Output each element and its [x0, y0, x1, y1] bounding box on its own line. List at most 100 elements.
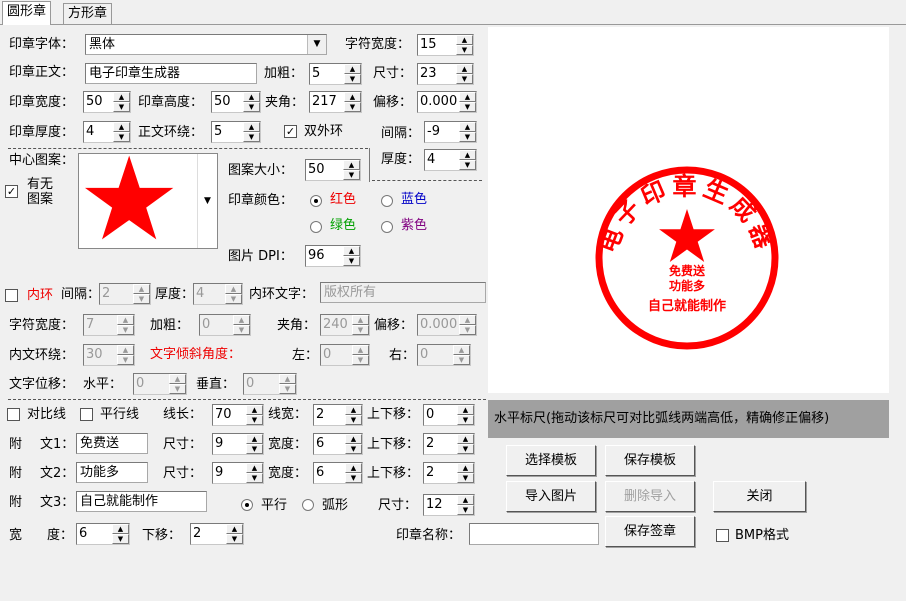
arrow-down-icon[interactable]: ▼ [113, 132, 130, 142]
seal-height-stepper[interactable]: 50 ▲ ▼ [211, 91, 261, 113]
arrow-down-icon[interactable]: ▼ [352, 325, 369, 335]
inner-angle-stepper[interactable]: 240 ▲ ▼ [320, 314, 370, 336]
attach3-size-stepper[interactable]: 12 ▲ ▼ [423, 494, 475, 516]
inner-text-input[interactable]: 版权所有 [320, 282, 486, 303]
arrow-up-icon[interactable]: ▲ [226, 524, 243, 534]
color-green-radio[interactable] [310, 221, 322, 233]
inner-char-width-stepper[interactable]: 7 ▲ ▼ [83, 314, 135, 336]
line-width-stepper[interactable]: 2 ▲ ▼ [313, 404, 363, 426]
arrow-down-icon[interactable]: ▼ [279, 384, 296, 394]
color-blue-radio[interactable] [381, 195, 393, 207]
arrow-down-icon[interactable]: ▼ [246, 415, 263, 425]
seal-thickness-stepper[interactable]: 4 ▲ ▼ [83, 121, 131, 143]
arrow-up-icon[interactable]: ▲ [459, 150, 476, 160]
pattern-size-stepper[interactable]: 50 ▲ ▼ [305, 159, 361, 181]
tab-square-seal[interactable]: 方形章 [63, 3, 113, 24]
chevron-down-icon[interactable]: ▼ [307, 35, 326, 54]
attach2-width-stepper[interactable]: 6 ▲ ▼ [313, 462, 363, 484]
attach1-size-stepper[interactable]: 9 ▲ ▼ [212, 433, 264, 455]
arrow-up-icon[interactable]: ▲ [343, 160, 360, 170]
arrow-down-icon[interactable]: ▼ [113, 102, 130, 112]
arrow-down-icon[interactable]: ▼ [457, 505, 474, 515]
char-width-stepper[interactable]: 15 ▲ ▼ [417, 34, 474, 56]
arrow-up-icon[interactable]: ▲ [459, 92, 476, 102]
arrow-up-icon[interactable]: ▲ [457, 495, 474, 505]
arrow-down-icon[interactable]: ▼ [112, 534, 129, 544]
size-stepper[interactable]: 23 ▲ ▼ [417, 63, 474, 85]
inner-bold-stepper[interactable]: 0 ▲ ▼ [199, 314, 251, 336]
arrow-down-icon[interactable]: ▼ [459, 102, 476, 112]
color-red-radio[interactable] [310, 195, 322, 207]
attach2-move-stepper[interactable]: 2 ▲ ▼ [423, 462, 475, 484]
attach1-move-stepper[interactable]: 2 ▲ ▼ [423, 433, 475, 455]
arrow-down-icon[interactable]: ▼ [117, 325, 134, 335]
arrow-down-icon[interactable]: ▼ [246, 444, 263, 454]
arrow-down-icon[interactable]: ▼ [246, 473, 263, 483]
arrow-down-icon[interactable]: ▼ [133, 294, 150, 304]
arrow-up-icon[interactable]: ▲ [345, 405, 362, 415]
arrow-up-icon[interactable]: ▲ [457, 434, 474, 444]
arrow-up-icon[interactable]: ▲ [344, 92, 361, 102]
arrow-down-icon[interactable]: ▼ [457, 415, 474, 425]
seal-text-input[interactable]: 电子印章生成器 [85, 63, 257, 84]
arrow-up-icon[interactable]: ▲ [459, 122, 476, 132]
arrow-down-icon[interactable]: ▼ [344, 74, 361, 84]
arrow-up-icon[interactable]: ▲ [456, 35, 473, 45]
arrow-up-icon[interactable]: ▲ [243, 122, 260, 132]
arrow-up-icon[interactable]: ▲ [459, 315, 476, 325]
arrow-up-icon[interactable]: ▲ [279, 374, 296, 384]
attach3-parallel-radio[interactable] [241, 499, 253, 511]
arrow-up-icon[interactable]: ▲ [344, 64, 361, 74]
arrow-up-icon[interactable]: ▲ [169, 374, 186, 384]
arrow-up-icon[interactable]: ▲ [246, 405, 263, 415]
line-length-stepper[interactable]: 70 ▲ ▼ [212, 404, 264, 426]
import-image-button[interactable]: 导入图片 [506, 481, 596, 512]
arrow-down-icon[interactable]: ▼ [457, 444, 474, 454]
arrow-down-icon[interactable]: ▼ [225, 294, 242, 304]
parallel-line-checkbox[interactable] [80, 408, 93, 421]
tilt-right-stepper[interactable]: 0 ▲ ▼ [417, 344, 471, 366]
arrow-up-icon[interactable]: ▲ [456, 64, 473, 74]
bottom-width-stepper[interactable]: 6 ▲ ▼ [76, 523, 130, 545]
attach2-input[interactable]: 功能多 [76, 462, 148, 483]
inner-gap-stepper[interactable]: 2 ▲ ▼ [99, 283, 151, 305]
double-ring-checkbox[interactable]: ✓ [284, 125, 297, 138]
arrow-down-icon[interactable]: ▼ [345, 473, 362, 483]
attach1-width-stepper[interactable]: 6 ▲ ▼ [313, 433, 363, 455]
font-select[interactable]: 黑体 ▼ [85, 34, 327, 55]
seal-name-input[interactable] [469, 523, 599, 545]
line-move-stepper[interactable]: 0 ▲ ▼ [423, 404, 475, 426]
arrow-down-icon[interactable]: ▼ [459, 160, 476, 170]
gap-stepper[interactable]: -9 ▲ ▼ [424, 121, 477, 143]
arrow-up-icon[interactable]: ▲ [345, 463, 362, 473]
inner-ring-checkbox[interactable] [5, 289, 18, 302]
arrow-down-icon[interactable]: ▼ [345, 444, 362, 454]
color-purple-radio[interactable] [381, 221, 393, 233]
arrow-down-icon[interactable]: ▼ [343, 256, 360, 266]
arrow-up-icon[interactable]: ▲ [352, 315, 369, 325]
arrow-down-icon[interactable]: ▼ [243, 132, 260, 142]
arrow-down-icon[interactable]: ▼ [117, 355, 134, 365]
arrow-down-icon[interactable]: ▼ [456, 45, 473, 55]
arrow-down-icon[interactable]: ▼ [459, 132, 476, 142]
pattern-picker[interactable]: ▼ [78, 153, 218, 249]
seal-width-stepper[interactable]: 50 ▲ ▼ [83, 91, 131, 113]
horizontal-ruler[interactable]: 水平标尺(拖动该标尺可对比弧线两端高低，精确修正偏移) [488, 400, 889, 438]
tab-round-seal[interactable]: 圆形章 [2, 1, 52, 25]
save-seal-button[interactable]: 保存签章 [605, 516, 695, 547]
arrow-up-icon[interactable]: ▲ [117, 315, 134, 325]
arrow-down-icon[interactable]: ▼ [243, 102, 260, 112]
arrow-down-icon[interactable]: ▼ [459, 325, 476, 335]
tilt-left-stepper[interactable]: 0 ▲ ▼ [320, 344, 370, 366]
arrow-down-icon[interactable]: ▼ [456, 74, 473, 84]
attach2-size-stepper[interactable]: 9 ▲ ▼ [212, 462, 264, 484]
arrow-up-icon[interactable]: ▲ [113, 92, 130, 102]
arrow-up-icon[interactable]: ▲ [352, 345, 369, 355]
close-button[interactable]: 关闭 [713, 481, 806, 512]
arrow-down-icon[interactable]: ▼ [343, 170, 360, 180]
arrow-up-icon[interactable]: ▲ [457, 405, 474, 415]
bold-stepper[interactable]: 5 ▲ ▼ [309, 63, 362, 85]
arrow-down-icon[interactable]: ▼ [457, 473, 474, 483]
offset-stepper[interactable]: 0.000 ▲ ▼ [417, 91, 477, 113]
horizontal-stepper[interactable]: 0 ▲ ▼ [133, 373, 187, 395]
